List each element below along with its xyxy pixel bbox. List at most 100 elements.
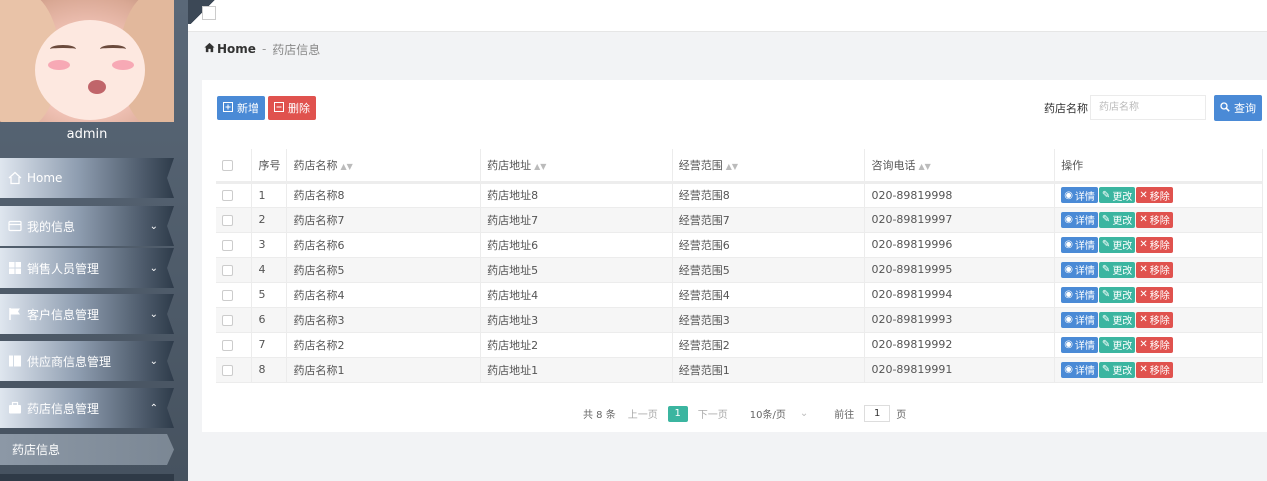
- detail-button[interactable]: ◉ 详情: [1061, 236, 1098, 253]
- row-select-cell[interactable]: [216, 207, 253, 233]
- sidebar-item-home[interactable]: Home: [0, 158, 174, 198]
- edit-button[interactable]: ✎ 更改: [1098, 211, 1136, 228]
- sidebar-item-supplier[interactable]: 供应商信息管理 ⌄: [0, 341, 174, 381]
- row-select-cell[interactable]: [216, 182, 253, 208]
- sort-icon[interactable]: ▲▼: [726, 162, 738, 171]
- remove-button[interactable]: ✕ 移除: [1136, 261, 1173, 278]
- column-header-name[interactable]: 药店名称 ▲▼: [286, 149, 482, 184]
- edit-icon: ✎: [1101, 364, 1111, 375]
- row-actions: ◉ 详情 ✎ 更改 ✕ 移除: [1054, 332, 1263, 358]
- row-checkbox[interactable]: [222, 264, 233, 276]
- remove-label: 移除: [1149, 266, 1170, 277]
- detail-button[interactable]: ◉ 详情: [1061, 336, 1098, 353]
- business-scope: 经营范围4: [672, 282, 866, 308]
- sidebar-item-label: 供应商信息管理: [27, 354, 112, 369]
- sort-icon[interactable]: ▲▼: [534, 162, 546, 171]
- row-checkbox[interactable]: [222, 314, 233, 326]
- detail-button[interactable]: ◉ 详情: [1061, 211, 1098, 228]
- edit-icon: ✎: [1101, 189, 1111, 201]
- contact-phone: 020-89819991: [864, 357, 1056, 383]
- row-actions: ◉ 详情 ✎ 更改 ✕ 移除: [1054, 182, 1263, 208]
- detail-label: 详情: [1074, 266, 1095, 277]
- contact-phone: 020-89819994: [864, 282, 1056, 308]
- chevron-down-icon[interactable]: ⌄: [800, 408, 808, 419]
- edit-button[interactable]: ✎ 更改: [1098, 311, 1136, 328]
- row-select-cell[interactable]: [216, 232, 253, 258]
- sidebar-item-my-info[interactable]: 我的信息 ⌄: [0, 206, 174, 246]
- row-checkbox[interactable]: [222, 339, 233, 351]
- detail-label: 详情: [1074, 366, 1095, 377]
- chevron-down-icon: ⌄: [149, 308, 158, 320]
- menu-toggle[interactable]: [202, 6, 216, 20]
- sidebar-item-customer[interactable]: 客户信息管理 ⌄: [0, 294, 174, 334]
- minus-square-icon: [274, 101, 284, 115]
- eye-icon: ◉: [1064, 189, 1073, 201]
- edit-button[interactable]: ✎ 更改: [1098, 261, 1136, 278]
- row-select-cell[interactable]: [216, 307, 253, 333]
- page-number-1[interactable]: 1: [667, 405, 688, 422]
- next-page-button[interactable]: 下一页: [698, 406, 728, 421]
- row-checkbox[interactable]: [222, 289, 233, 301]
- row-select-cell[interactable]: [216, 357, 253, 383]
- remove-button[interactable]: ✕ 移除: [1136, 336, 1173, 353]
- column-header-phone[interactable]: 咨询电话 ▲▼: [864, 149, 1056, 184]
- edit-button[interactable]: ✎ 更改: [1098, 286, 1136, 303]
- row-checkbox[interactable]: [222, 214, 233, 226]
- breadcrumb-home[interactable]: Home: [217, 42, 256, 56]
- table-row: 1 药店名称8 药店地址8 经营范围8 020-89819998 ◉ 详情 ✎ 更改 ✕ 移除: [216, 182, 1263, 208]
- row-index: 2: [251, 207, 288, 233]
- select-all-cell[interactable]: [216, 149, 253, 184]
- eye-icon: ◉: [1064, 214, 1073, 225]
- select-all-checkbox[interactable]: [222, 159, 233, 171]
- row-checkbox[interactable]: [222, 364, 233, 376]
- pharmacy-name: 药店名称8: [286, 182, 482, 208]
- pharmacy-address: 药店地址4: [480, 282, 673, 308]
- edit-button[interactable]: ✎ 更改: [1098, 336, 1136, 353]
- row-select-cell[interactable]: [216, 257, 253, 283]
- row-select-cell[interactable]: [216, 282, 253, 308]
- column-header-address[interactable]: 药店地址 ▲▼: [480, 149, 673, 184]
- goto-page-input[interactable]: 1: [864, 405, 891, 422]
- row-checkbox[interactable]: [222, 239, 233, 251]
- search-label: 药店名称: [1044, 102, 1088, 115]
- pharmacy-address: 药店地址3: [480, 307, 673, 333]
- remove-button[interactable]: ✕ 移除: [1136, 211, 1173, 228]
- edit-button[interactable]: ✎ 更改: [1098, 187, 1136, 203]
- page-size-select[interactable]: 10条/页: [750, 406, 786, 421]
- detail-button[interactable]: ◉ 详情: [1061, 261, 1098, 278]
- delete-button[interactable]: 删除: [268, 96, 316, 120]
- edit-icon: ✎: [1101, 239, 1111, 250]
- close-icon: ✕: [1139, 189, 1148, 201]
- remove-button[interactable]: ✕ 移除: [1136, 286, 1173, 303]
- search-input[interactable]: [1090, 95, 1206, 120]
- row-select-cell[interactable]: [216, 332, 253, 358]
- remove-button[interactable]: ✕ 移除: [1136, 311, 1173, 328]
- sidebar-item-pharmacy[interactable]: 药店信息管理 ⌃: [0, 388, 174, 428]
- edit-label: 更改: [1112, 191, 1133, 203]
- search-button[interactable]: 查询: [1214, 95, 1262, 121]
- add-button[interactable]: 新增: [217, 96, 265, 120]
- sort-icon[interactable]: ▲▼: [340, 162, 352, 171]
- detail-button[interactable]: ◉ 详情: [1061, 187, 1098, 203]
- detail-button[interactable]: ◉ 详情: [1061, 286, 1098, 303]
- pharmacy-name: 药店名称7: [286, 207, 482, 233]
- sidebar-item-label: 销售人员管理: [27, 261, 100, 276]
- remove-button[interactable]: ✕ 移除: [1136, 236, 1173, 253]
- remove-button[interactable]: ✕ 移除: [1136, 187, 1173, 203]
- column-header-scope[interactable]: 经营范围 ▲▼: [672, 149, 866, 184]
- remove-button[interactable]: ✕ 移除: [1136, 361, 1173, 378]
- edit-button[interactable]: ✎ 更改: [1098, 361, 1136, 378]
- table-header-row: 序号 药店名称 ▲▼ 药店地址 ▲▼ 经营范围 ▲▼ 咨询电话 ▲▼ 操作: [216, 149, 1263, 184]
- eye-icon: ◉: [1064, 339, 1073, 350]
- edit-button[interactable]: ✎ 更改: [1098, 236, 1136, 253]
- row-checkbox[interactable]: [222, 190, 233, 201]
- close-icon: ✕: [1139, 289, 1148, 300]
- detail-button[interactable]: ◉ 详情: [1061, 311, 1098, 328]
- sidebar-item-sales-staff[interactable]: 销售人员管理 ⌄: [0, 248, 174, 288]
- detail-button[interactable]: ◉ 详情: [1061, 361, 1098, 378]
- sidebar-subitem-pharmacy-info[interactable]: 药店信息: [0, 434, 174, 465]
- prev-page-button[interactable]: 上一页: [628, 406, 658, 421]
- sidebar-item-label: 客户信息管理: [27, 307, 100, 322]
- row-actions: ◉ 详情 ✎ 更改 ✕ 移除: [1054, 357, 1263, 383]
- sort-icon[interactable]: ▲▼: [918, 162, 930, 171]
